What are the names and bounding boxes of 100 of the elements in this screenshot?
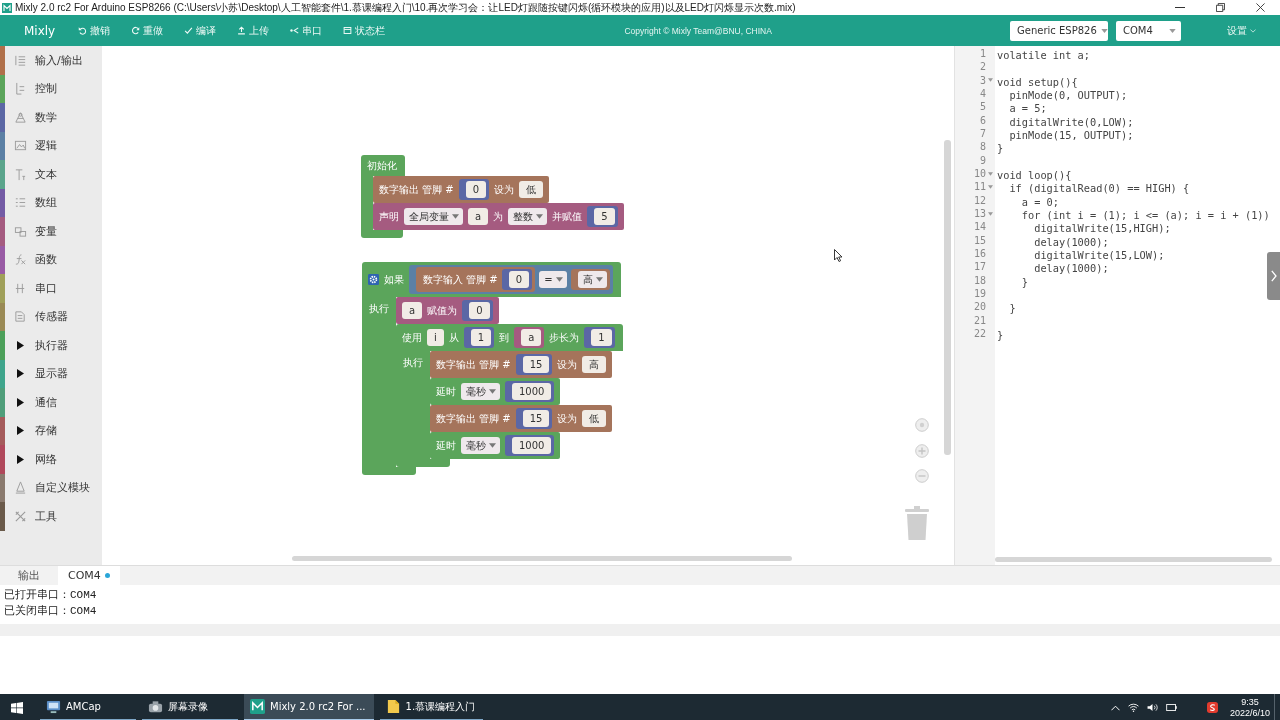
- zoom-in-icon[interactable]: [915, 444, 929, 458]
- redo-icon: [131, 26, 141, 35]
- block-label: 如果: [384, 273, 404, 287]
- statement-block[interactable]: 数字输出 管脚 # 0 设为 低: [373, 176, 550, 203]
- line-number: 11: [972, 181, 986, 193]
- block-header[interactable]: 使用 i 从 1 到 a 步长为 1: [396, 324, 623, 351]
- category-item[interactable]: 文本: [35, 166, 57, 182]
- zoom-reset-icon[interactable]: [915, 418, 929, 432]
- statement-block[interactable]: 数字输出 管脚 # 15 设为 高: [430, 351, 613, 378]
- block-field[interactable]: 1000: [512, 383, 552, 400]
- value-block[interactable]: 0: [462, 300, 493, 321]
- output-tab[interactable]: COM4: [58, 566, 120, 585]
- block-dropdown[interactable]: 高: [577, 271, 607, 288]
- block-field[interactable]: 5: [594, 208, 615, 225]
- block-field[interactable]: 0: [508, 271, 530, 288]
- block-field[interactable]: 1000: [512, 437, 552, 454]
- windows-logo-icon: [11, 701, 23, 714]
- statement-block[interactable]: 延时 毫秒 1000: [430, 432, 561, 459]
- trash-icon[interactable]: [905, 506, 929, 540]
- block-header[interactable]: 如果 数字输入 管脚 # 0 = 高: [362, 262, 621, 297]
- value-block[interactable]: 15: [515, 408, 553, 429]
- zoom-out-icon[interactable]: [915, 469, 929, 483]
- category-item[interactable]: 控制: [35, 81, 57, 97]
- category-item[interactable]: 执行器: [35, 337, 68, 353]
- value-block[interactable]: 15: [515, 354, 553, 375]
- block-dropdown[interactable]: 全局变量: [404, 208, 463, 225]
- block-field[interactable]: 0: [465, 181, 487, 198]
- tray-app-icon[interactable]: [1206, 702, 1218, 713]
- category-item[interactable]: 变量: [35, 223, 57, 239]
- volume-icon[interactable]: [1146, 703, 1158, 712]
- value-block[interactable]: 数字输入 管脚 # 0 = 高: [409, 265, 613, 294]
- category-item[interactable]: 显示器: [35, 366, 68, 382]
- value-block[interactable]: 1000: [505, 381, 555, 402]
- statement-block[interactable]: a 赋值为 0: [396, 297, 499, 324]
- fold-icon[interactable]: [988, 171, 993, 176]
- gear-icon[interactable]: [368, 274, 379, 285]
- block-field[interactable]: 低: [519, 181, 544, 198]
- category-item[interactable]: 存储: [35, 423, 57, 439]
- value-block[interactable]: 0: [501, 269, 533, 290]
- value-block[interactable]: 1: [463, 327, 495, 348]
- board-select[interactable]: Generic ESP826: [1010, 20, 1108, 41]
- line-number: 13: [972, 208, 986, 220]
- category-item[interactable]: 工具: [35, 508, 57, 524]
- taskbar-app[interactable]: Mixly 2.0 rc2 For ...: [244, 694, 374, 720]
- block-field[interactable]: 1: [470, 329, 492, 346]
- category-item[interactable]: 数组: [35, 195, 57, 211]
- category-item[interactable]: 传感器: [35, 309, 68, 325]
- wifi-icon[interactable]: [1127, 703, 1139, 712]
- scrollbar[interactable]: [292, 556, 792, 561]
- scrollbar[interactable]: [944, 140, 951, 455]
- fold-icon[interactable]: [988, 78, 993, 83]
- block-field[interactable]: 1: [591, 329, 612, 346]
- value-block[interactable]: 5: [587, 206, 618, 227]
- battery-icon[interactable]: [1165, 704, 1177, 711]
- statement-block[interactable]: 延时 毫秒 1000: [430, 378, 561, 405]
- block-field[interactable]: i: [427, 329, 444, 346]
- category-item[interactable]: 通信: [35, 394, 57, 410]
- code-line: pinMode(0, OUTPUT);: [1008, 89, 1128, 101]
- category-item[interactable]: 输入/输出: [35, 52, 83, 68]
- value-block[interactable]: 1000: [505, 435, 555, 456]
- taskbar-app[interactable]: 屏幕录像: [142, 694, 238, 720]
- category-item[interactable]: 逻辑: [35, 138, 57, 154]
- category-item[interactable]: 函数: [35, 252, 57, 268]
- code-line: }: [1008, 302, 1016, 315]
- port-select[interactable]: COM4: [1116, 20, 1181, 41]
- block-field[interactable]: a: [402, 302, 423, 319]
- value-block[interactable]: a: [514, 327, 545, 348]
- collapse-button[interactable]: [1267, 252, 1280, 300]
- line-number: 4: [978, 88, 986, 100]
- block-field[interactable]: 低: [582, 410, 607, 427]
- block-dropdown[interactable]: 毫秒: [461, 437, 500, 454]
- block-dropdown[interactable]: 毫秒: [461, 383, 500, 400]
- chevron-up-icon[interactable]: [1110, 704, 1120, 711]
- block-field[interactable]: a: [468, 208, 489, 225]
- value-block[interactable]: 数字输入 管脚 # 0: [416, 267, 536, 292]
- block-field[interactable]: 15: [522, 356, 550, 373]
- category-item[interactable]: 网络: [35, 451, 57, 467]
- statement-block[interactable]: 数字输出 管脚 # 15 设为 低: [430, 405, 613, 432]
- clock-date[interactable]: 2022/6/10: [1229, 707, 1270, 719]
- statement-block[interactable]: 声明 全局变量 a 为 整数 并赋值 5: [373, 203, 624, 230]
- category-item[interactable]: 自定义模块: [35, 480, 90, 496]
- block-field[interactable]: 高: [582, 356, 607, 373]
- value-block[interactable]: 0: [458, 179, 490, 200]
- block-field[interactable]: 0: [469, 302, 490, 319]
- scrollbar[interactable]: [995, 557, 1272, 562]
- block-dropdown[interactable]: =: [539, 271, 567, 288]
- block-label: 并赋值: [552, 210, 583, 224]
- value-block[interactable]: 高: [570, 269, 610, 290]
- category-item[interactable]: 数学: [35, 109, 57, 125]
- block-dropdown[interactable]: 整数: [508, 208, 548, 225]
- block-field[interactable]: a: [521, 329, 542, 346]
- value-block[interactable]: 1: [584, 327, 615, 348]
- output-tab[interactable]: 输出: [8, 566, 50, 585]
- taskbar-app[interactable]: 1.慕课编程入门: [379, 694, 484, 720]
- fold-icon[interactable]: [988, 211, 993, 216]
- block-field[interactable]: 15: [522, 410, 550, 427]
- category-item[interactable]: 串口: [35, 280, 57, 296]
- clock-time[interactable]: 9:35: [1241, 696, 1259, 708]
- fold-icon[interactable]: [988, 184, 993, 189]
- taskbar-app[interactable]: AMCap: [40, 694, 136, 720]
